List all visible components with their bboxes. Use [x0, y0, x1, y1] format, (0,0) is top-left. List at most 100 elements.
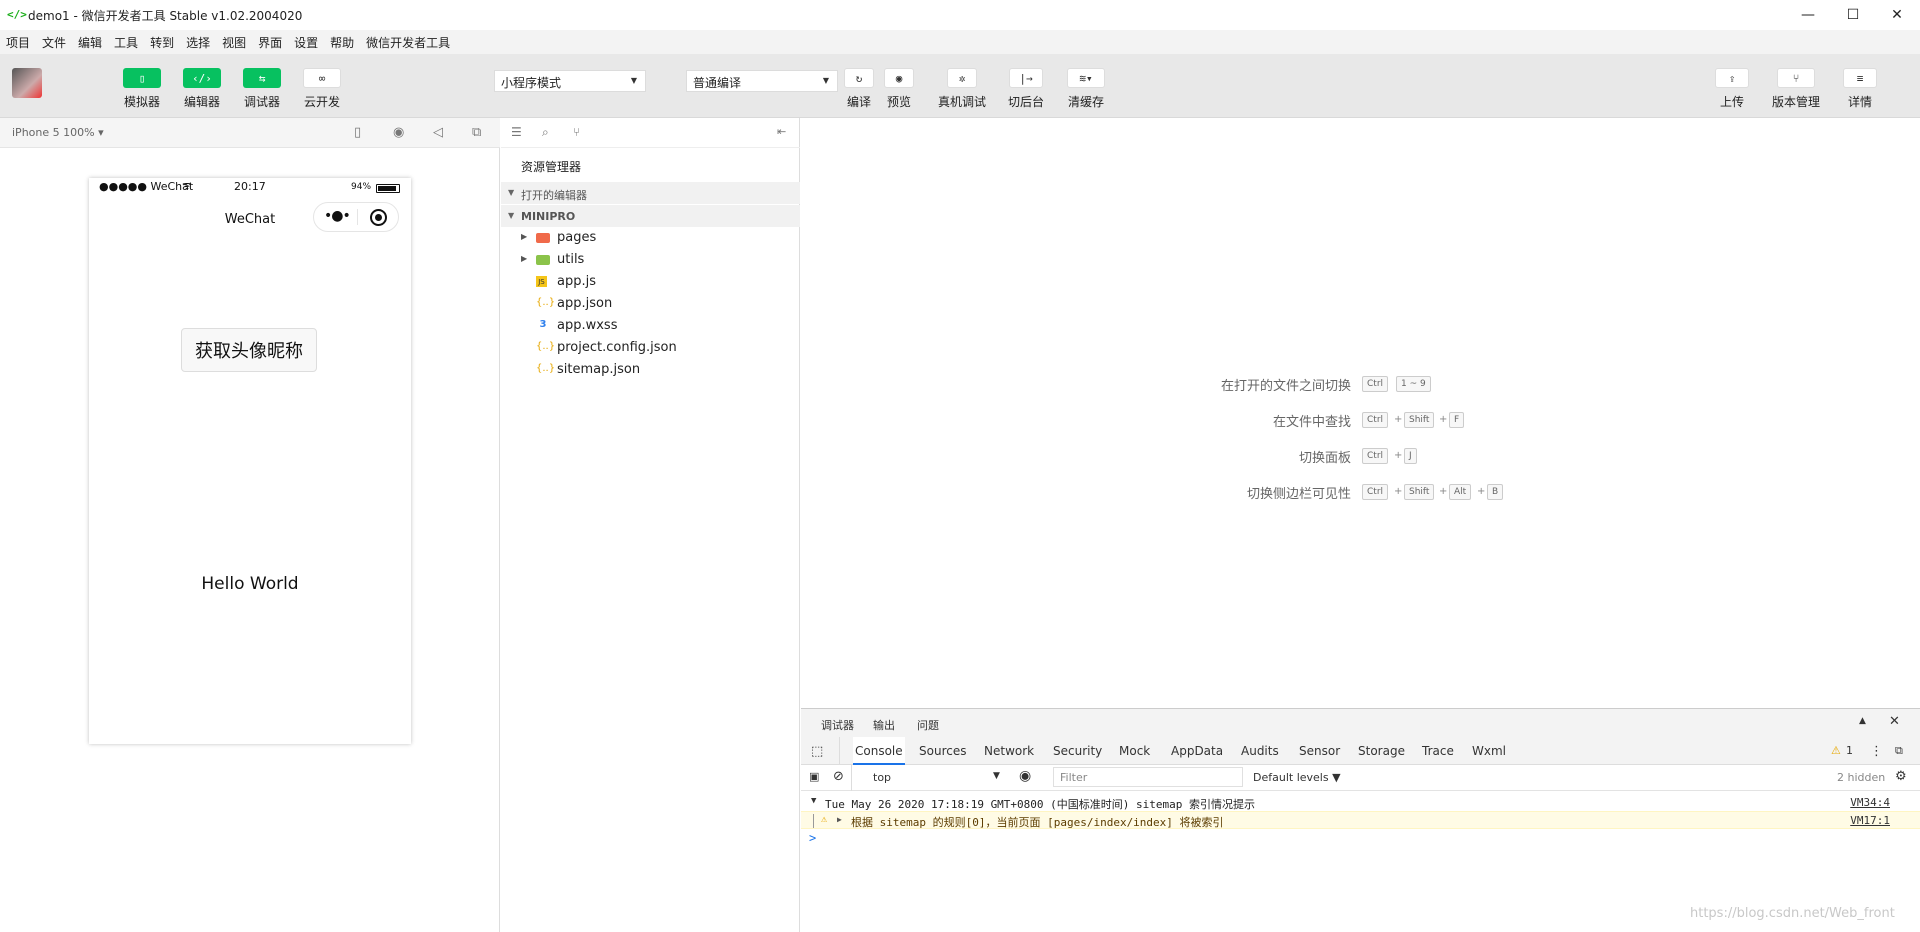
clear-cache-button[interactable]: ≋▾ 清缓存	[1056, 68, 1116, 110]
caret-down-icon: ▼	[811, 796, 817, 806]
list-icon[interactable]: ☰	[511, 125, 522, 139]
kbd-key: Alt	[1449, 484, 1472, 500]
tab-network[interactable]: Network	[984, 744, 1034, 758]
phone-icon[interactable]: ▯	[354, 125, 361, 140]
tab-trace[interactable]: Trace	[1422, 744, 1454, 758]
tab-security[interactable]: Security	[1053, 744, 1102, 758]
avatar[interactable]	[12, 68, 42, 98]
more-icon[interactable]: •●•	[324, 208, 351, 224]
phone-icon: ▯	[123, 68, 161, 88]
tree-item-utils[interactable]: ▶ utils	[501, 250, 800, 272]
tab-problems[interactable]: 问题	[917, 717, 939, 733]
open-editors-section[interactable]: ▼ 打开的编辑器	[501, 182, 800, 204]
watermark: https://blog.csdn.net/Web_front	[1690, 906, 1895, 921]
status-bar: ●●●●● WeChat ᯤ 20:17 94%	[89, 178, 411, 198]
upload-button[interactable]: ⇪ 上传	[1702, 68, 1762, 110]
log-levels-select[interactable]: Default levels ▼	[1253, 771, 1341, 784]
close-button[interactable]: ✕	[1874, 0, 1920, 30]
tab-sensor[interactable]: Sensor	[1299, 744, 1340, 758]
compile-mode-select[interactable]: 普通编译 ▼	[686, 70, 838, 92]
log-warning-text: 根据 sitemap 的规则[0]，当前页面 [pages/index/inde…	[851, 816, 1224, 829]
close-panel-icon[interactable]: ✕	[1889, 714, 1900, 729]
menu-file[interactable]: 文件	[42, 34, 66, 51]
background-button[interactable]: |→ 切后台	[996, 68, 1056, 110]
plus-sign: +	[1439, 414, 1448, 425]
settings-gear-icon[interactable]: ⚙	[1895, 769, 1907, 784]
version-button[interactable]: ⑂ 版本管理	[1766, 68, 1826, 110]
context-select[interactable]: top	[873, 771, 891, 784]
menu-help[interactable]: 帮助	[330, 34, 354, 51]
tab-output[interactable]: 输出	[873, 717, 895, 733]
tree-item-project-config[interactable]: {..} project.config.json	[501, 338, 800, 360]
explorer-toolbar: ☰ ⌕ ⑂ ⇤	[501, 118, 800, 148]
hidden-count: 2 hidden	[1837, 771, 1886, 784]
popout-icon[interactable]: ⧉	[472, 125, 481, 140]
more-vertical-icon[interactable]: ⋮	[1870, 744, 1883, 759]
folder-icon	[536, 255, 550, 265]
record-icon[interactable]: ◉	[393, 125, 404, 140]
kbd-key: Ctrl	[1362, 376, 1389, 392]
volume-icon[interactable]: ◁	[433, 125, 443, 140]
source-link[interactable]: VM34:4	[1850, 796, 1890, 809]
menu-edit[interactable]: 编辑	[78, 34, 102, 51]
get-profile-button[interactable]: 获取头像昵称	[181, 328, 317, 372]
tree-item-app-wxss[interactable]: 3 app.wxss	[501, 316, 800, 338]
maximize-panel-icon[interactable]: ▲	[1859, 716, 1866, 726]
menu-goto[interactable]: 转到	[150, 34, 174, 51]
project-section[interactable]: ▼ MINIPRO	[501, 205, 800, 227]
details-button[interactable]: ≡ 详情	[1830, 68, 1890, 110]
kbd-key: Ctrl	[1362, 448, 1389, 464]
menu-settings[interactable]: 设置	[294, 34, 318, 51]
menu-select[interactable]: 选择	[186, 34, 210, 51]
editor-button[interactable]: ‹/› 编辑器	[172, 68, 232, 110]
caret-down-icon[interactable]: ▼	[993, 771, 1000, 781]
dock-icon[interactable]: ⧉	[1895, 744, 1903, 758]
css-file-icon: 3	[539, 319, 547, 330]
log-warning-row[interactable]: ⚠ ▶ 根据 sitemap 的规则[0]，当前页面 [pages/index/…	[801, 811, 1920, 829]
close-mini-program-icon[interactable]	[370, 209, 387, 226]
source-link[interactable]: VM17:1	[1850, 814, 1890, 827]
tab-wxml[interactable]: Wxml	[1472, 744, 1506, 758]
sidebar-toggle-icon[interactable]: ▣	[809, 770, 819, 783]
inspect-icon[interactable]: ⬚	[811, 744, 823, 759]
tree-item-app-json[interactable]: {..} app.json	[501, 294, 800, 316]
simulator-button[interactable]: ▯ 模拟器	[112, 68, 172, 110]
log-group-row[interactable]: ▼ Tue May 26 2020 17:18:19 GMT+0800 (中国标…	[801, 795, 1920, 811]
debugger-button[interactable]: ⇆ 调试器	[232, 68, 292, 110]
preview-button[interactable]: ◉ 预览	[869, 68, 929, 110]
warning-icon: ⚠	[821, 814, 828, 825]
collapse-panel-icon[interactable]: ⇤	[777, 125, 786, 138]
tab-sources[interactable]: Sources	[919, 744, 966, 758]
git-icon[interactable]: ⑂	[573, 125, 580, 139]
menu-project[interactable]: 项目	[6, 34, 30, 51]
tree-item-app-js[interactable]: JS app.js	[501, 272, 800, 294]
search-icon[interactable]: ⌕	[542, 125, 549, 140]
tree-item-pages[interactable]: ▶ pages	[501, 228, 800, 250]
console-prompt[interactable]: >	[801, 831, 1920, 847]
tab-console[interactable]: Console	[853, 737, 905, 765]
app-logo-icon: </>	[7, 8, 27, 21]
device-select[interactable]: iPhone 5 100% ▾	[12, 126, 104, 139]
json-file-icon: {..}	[536, 363, 556, 374]
tab-mock[interactable]: Mock	[1119, 744, 1150, 758]
menu-wechat-devtools[interactable]: 微信开发者工具	[366, 34, 450, 51]
tab-storage[interactable]: Storage	[1358, 744, 1405, 758]
tab-appdata[interactable]: AppData	[1171, 744, 1223, 758]
menu-interface[interactable]: 界面	[258, 34, 282, 51]
warning-icon[interactable]: ⚠	[1831, 744, 1841, 757]
tab-audits[interactable]: Audits	[1241, 744, 1279, 758]
folder-icon	[536, 233, 550, 243]
menu-view[interactable]: 视图	[222, 34, 246, 51]
eye-icon[interactable]: ◉	[1019, 768, 1031, 784]
maximize-button[interactable]: ☐	[1830, 0, 1876, 30]
capsule-menu[interactable]: •●•	[313, 202, 399, 232]
filter-input[interactable]: Filter	[1053, 767, 1243, 787]
remote-debug-button[interactable]: ✲ 真机调试	[932, 68, 992, 110]
tree-item-sitemap[interactable]: {..} sitemap.json	[501, 360, 800, 382]
tab-debugger[interactable]: 调试器	[821, 717, 854, 739]
clear-console-icon[interactable]: ⊘	[833, 769, 844, 784]
cloud-dev-button[interactable]: ∞ 云开发	[292, 68, 352, 110]
menu-tools[interactable]: 工具	[114, 34, 138, 51]
minimize-button[interactable]: —	[1785, 0, 1831, 30]
mode-select[interactable]: 小程序模式 ▼	[494, 70, 646, 92]
